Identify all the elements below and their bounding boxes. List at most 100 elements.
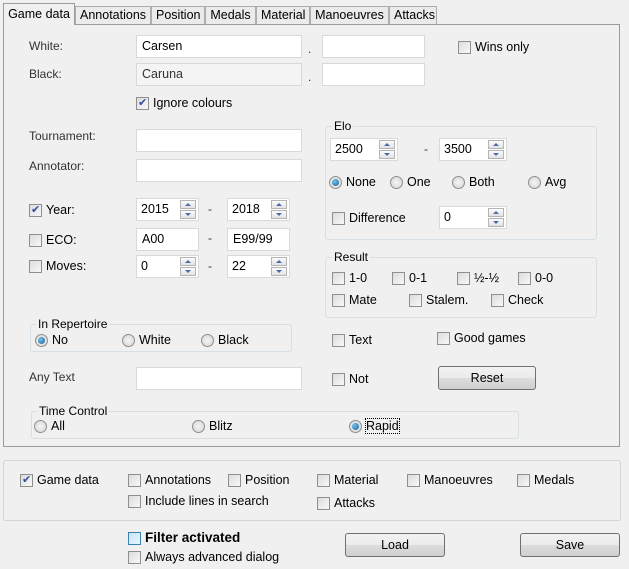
- time-control-radio-all[interactable]: All: [34, 419, 65, 433]
- eco-from-input[interactable]: A00: [136, 228, 199, 251]
- elo-radio-none[interactable]: None: [329, 175, 376, 189]
- spin-up-icon[interactable]: [488, 208, 504, 217]
- elo-difference-checkbox[interactable]: Difference: [332, 211, 406, 225]
- spin-down-icon[interactable]: [180, 210, 196, 219]
- always-advanced-label: Always advanced dialog: [145, 550, 280, 564]
- any-text-input[interactable]: [136, 367, 302, 390]
- tournament-input[interactable]: [136, 129, 302, 152]
- moves-to-spinner[interactable]: 22: [227, 255, 290, 278]
- result-mate-checkbox[interactable]: Mate: [332, 293, 377, 307]
- spin-down-icon[interactable]: [488, 218, 504, 227]
- spin-up-icon[interactable]: [271, 200, 287, 209]
- ignore-colours-label: Ignore colours: [153, 96, 233, 110]
- elo-none-label: None: [346, 175, 376, 189]
- annotator-input[interactable]: [136, 159, 302, 182]
- search-material-label: Material: [334, 473, 379, 487]
- result-label: Check: [508, 293, 544, 307]
- moves-from-spinner[interactable]: 0: [136, 255, 199, 278]
- result-stalemate-checkbox[interactable]: Stalem.: [409, 293, 468, 307]
- checkbox-checked-icon: [136, 96, 149, 110]
- year-from-spinner[interactable]: 2015: [136, 198, 199, 221]
- spin-up-icon[interactable]: [488, 140, 504, 149]
- search-medals-checkbox[interactable]: Medals: [517, 473, 574, 487]
- filter-activated-label: Filter activated: [145, 530, 241, 545]
- result-white-wins-checkbox[interactable]: 1-0: [332, 271, 367, 285]
- elo-both-label: Both: [469, 175, 495, 189]
- elo-difference-spinner[interactable]: 0: [439, 206, 507, 229]
- repertoire-group-title: In Repertoire: [36, 317, 110, 331]
- moves-from-value: 0: [141, 259, 148, 273]
- ignore-colours-checkbox[interactable]: Ignore colours: [136, 96, 232, 110]
- search-game-data-checkbox[interactable]: Game data: [20, 473, 99, 487]
- result-label: 1-0: [349, 271, 368, 285]
- result-label: 0-0: [535, 271, 554, 285]
- elo-group-title: Elo: [332, 119, 354, 133]
- elo-from-spinner[interactable]: 2500: [330, 138, 398, 161]
- search-position-checkbox[interactable]: Position: [228, 473, 289, 487]
- spin-down-icon[interactable]: [180, 267, 196, 276]
- eco-checkbox[interactable]: ECO:: [29, 233, 77, 247]
- radio-selected-icon: [329, 175, 342, 189]
- result-draw-checkbox[interactable]: ½-½: [457, 271, 499, 285]
- always-advanced-checkbox[interactable]: Always advanced dialog: [128, 550, 279, 564]
- year-to-spinner[interactable]: 2018: [227, 198, 290, 221]
- time-control-radio-rapid[interactable]: Rapid: [349, 418, 400, 434]
- year-checkbox[interactable]: Year:: [29, 203, 75, 217]
- search-attacks-checkbox[interactable]: Attacks: [317, 496, 375, 510]
- spin-up-icon[interactable]: [180, 257, 196, 266]
- spin-up-icon[interactable]: [180, 200, 196, 209]
- result-check-checkbox[interactable]: Check: [491, 293, 543, 307]
- good-games-checkbox[interactable]: Good games: [437, 331, 526, 345]
- spin-down-icon[interactable]: [271, 267, 287, 276]
- text-checkbox[interactable]: Text: [332, 333, 372, 347]
- spin-down-icon[interactable]: [271, 210, 287, 219]
- spin-down-icon[interactable]: [488, 150, 504, 159]
- repertoire-radio-white[interactable]: White: [122, 333, 171, 347]
- time-control-radio-blitz[interactable]: Blitz: [192, 419, 233, 433]
- black-extra-input[interactable]: [322, 63, 425, 86]
- result-none-checkbox[interactable]: 0-0: [518, 271, 553, 285]
- checkbox-icon: [29, 233, 42, 247]
- checkbox-icon: [128, 550, 141, 564]
- spin-down-icon[interactable]: [379, 150, 395, 159]
- year-from-value: 2015: [141, 202, 169, 216]
- spin-up-icon[interactable]: [379, 140, 395, 149]
- radio-icon: [34, 419, 47, 433]
- annotator-label: Annotator:: [29, 159, 85, 173]
- search-game-data-label: Game data: [37, 473, 99, 487]
- elo-radio-avg[interactable]: Avg: [528, 175, 566, 189]
- save-button[interactable]: Save: [520, 533, 620, 557]
- checkbox-icon: [457, 271, 470, 285]
- not-checkbox[interactable]: Not: [332, 372, 368, 386]
- wins-only-checkbox[interactable]: Wins only: [458, 40, 529, 54]
- repertoire-radio-no[interactable]: No: [35, 333, 68, 347]
- elo-radio-both[interactable]: Both: [452, 175, 495, 189]
- elo-radio-one[interactable]: One: [390, 175, 431, 189]
- search-material-checkbox[interactable]: Material: [317, 473, 378, 487]
- white-extra-input[interactable]: [322, 35, 425, 58]
- search-manoeuvres-checkbox[interactable]: Manoeuvres: [407, 473, 493, 487]
- not-label: Not: [349, 372, 369, 386]
- checkbox-icon: [518, 271, 531, 285]
- repertoire-radio-black[interactable]: Black: [201, 333, 249, 347]
- good-games-label: Good games: [454, 331, 526, 345]
- include-lines-checkbox[interactable]: Include lines in search: [128, 494, 269, 508]
- moves-checkbox[interactable]: Moves:: [29, 259, 86, 273]
- search-attacks-label: Attacks: [334, 496, 375, 510]
- checkbox-icon: [517, 473, 530, 487]
- filter-activated-checkbox[interactable]: Filter activated: [128, 531, 240, 545]
- white-input[interactable]: Carsen: [136, 35, 302, 58]
- result-label: 0-1: [409, 271, 428, 285]
- elo-to-spinner[interactable]: 3500: [439, 138, 507, 161]
- reset-button[interactable]: Reset: [438, 366, 536, 390]
- range-dash: -: [208, 259, 212, 273]
- black-input[interactable]: Caruna: [136, 63, 302, 86]
- elo-difference-label: Difference: [349, 211, 406, 225]
- elo-difference-value: 0: [444, 210, 451, 224]
- eco-to-input[interactable]: E99/99: [227, 228, 290, 251]
- load-button[interactable]: Load: [345, 533, 445, 557]
- result-black-wins-checkbox[interactable]: 0-1: [392, 271, 427, 285]
- range-dash: -: [208, 231, 212, 245]
- spin-up-icon[interactable]: [271, 257, 287, 266]
- search-annotations-checkbox[interactable]: Annotations: [128, 473, 211, 487]
